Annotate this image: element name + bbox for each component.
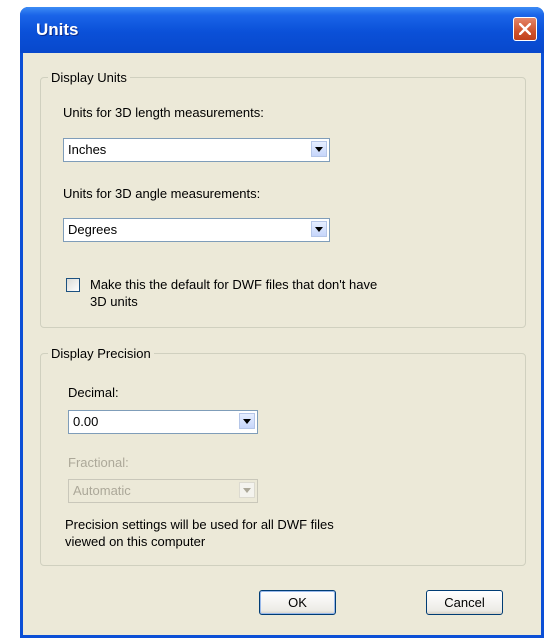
- precision-note-line1: Precision settings will be used for all …: [65, 517, 334, 532]
- dialog-body: Display Units Units for 3D length measur…: [23, 53, 541, 635]
- cancel-button[interactable]: Cancel: [426, 590, 503, 615]
- default-units-checkbox[interactable]: [66, 278, 80, 292]
- display-units-legend: Display Units: [51, 70, 127, 85]
- angle-units-label: Units for 3D angle measurements:: [63, 186, 261, 201]
- length-units-select[interactable]: Inches: [63, 138, 330, 162]
- angle-units-value: Degrees: [68, 222, 118, 237]
- dropdown-arrow-icon: [239, 482, 255, 498]
- dropdown-arrow-icon[interactable]: [239, 413, 255, 429]
- display-precision-legend: Display Precision: [51, 346, 151, 361]
- default-units-label-line1: Make this the default for DWF files that…: [90, 277, 378, 292]
- title-bar[interactable]: Units: [20, 7, 544, 53]
- dropdown-arrow-icon[interactable]: [311, 141, 327, 157]
- fractional-precision-value: Automatic: [73, 483, 131, 498]
- default-units-label-line2: 3D units: [90, 294, 138, 309]
- fractional-precision-select: Automatic: [68, 479, 258, 503]
- dialog-title: Units: [36, 20, 79, 39]
- decimal-precision-value: 0.00: [73, 414, 99, 429]
- units-dialog: Units Display Units Units for 3D length …: [20, 7, 544, 638]
- length-units-label: Units for 3D length measurements:: [63, 105, 264, 120]
- length-units-value: Inches: [68, 142, 107, 157]
- ok-button[interactable]: OK: [259, 590, 336, 615]
- precision-note-line2: viewed on this computer: [65, 534, 206, 549]
- dropdown-arrow-icon[interactable]: [311, 221, 327, 237]
- decimal-precision-select[interactable]: 0.00: [68, 410, 258, 434]
- fractional-label: Fractional:: [68, 455, 129, 470]
- close-button[interactable]: [513, 17, 537, 41]
- angle-units-select[interactable]: Degrees: [63, 218, 330, 242]
- close-icon: [519, 23, 531, 35]
- decimal-label: Decimal:: [68, 385, 119, 400]
